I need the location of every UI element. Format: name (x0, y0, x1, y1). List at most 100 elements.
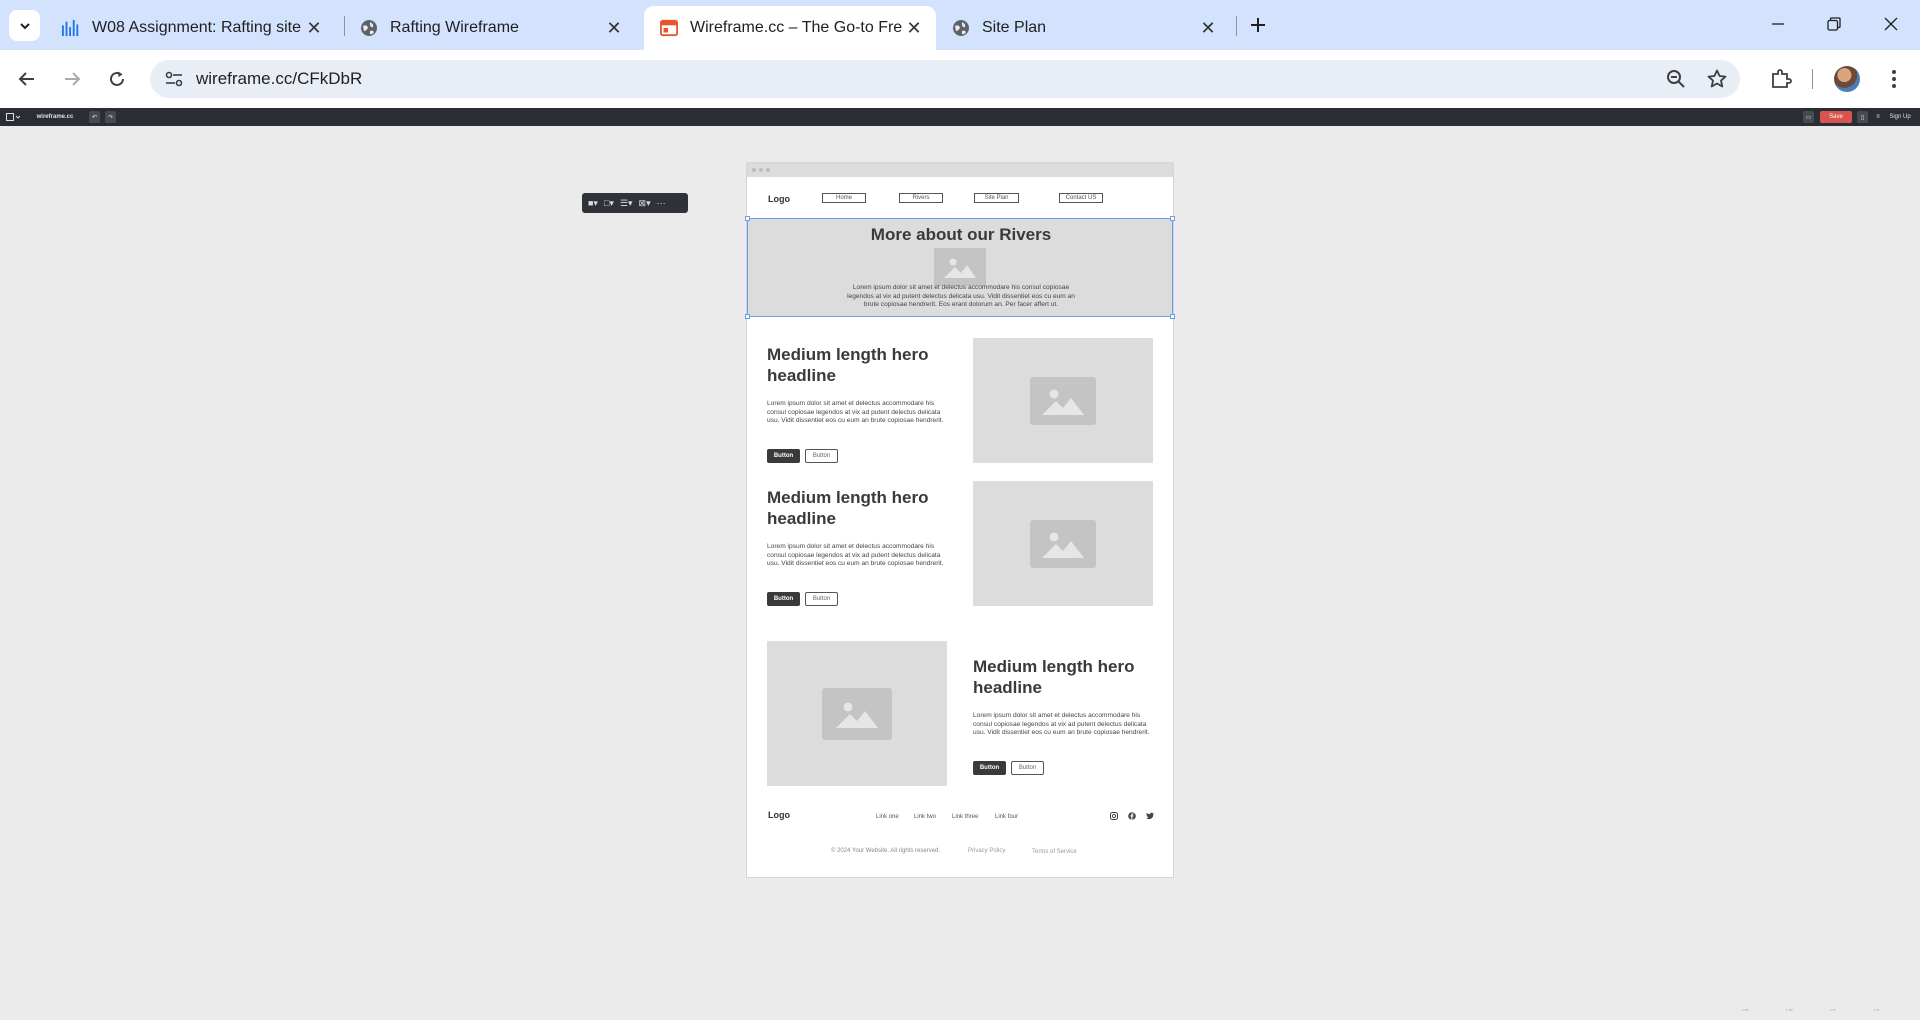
nav-rivers[interactable]: Rivers (899, 193, 943, 203)
back-button[interactable] (10, 62, 44, 96)
nav-home[interactable]: Home (822, 193, 866, 203)
undo-icon[interactable]: ↶ (89, 111, 100, 123)
close-icon[interactable]: ✕ (302, 16, 326, 40)
header-logo[interactable]: Logo (768, 194, 790, 204)
save-button[interactable]: Save (1820, 111, 1852, 123)
redo-icon[interactable]: ↷ (105, 111, 116, 123)
minimize-button[interactable] (1758, 8, 1798, 40)
resize-handle[interactable] (1170, 216, 1175, 221)
url-text[interactable]: wireframe.cc/CFkDbR (196, 69, 362, 89)
tab-title: Rafting Wireframe (390, 19, 519, 36)
footer-link[interactable]: Link four (995, 814, 1018, 820)
forward-button[interactable] (55, 62, 89, 96)
terms-link[interactable]: Terms of Service (1032, 849, 1077, 855)
tab-wireframe-cc[interactable]: Wireframe.cc – The Go-to Free ✕ (644, 6, 936, 50)
nav-contact-us[interactable]: Contact US (1059, 193, 1103, 203)
profile-avatar[interactable] (1834, 66, 1860, 92)
tab-strip: W08 Assignment: Rafting site S ✕ Rafting… (0, 0, 1920, 50)
secondary-button[interactable]: Button (1011, 761, 1044, 775)
primary-button[interactable]: Button (767, 592, 800, 606)
page-menu-icon[interactable] (4, 111, 22, 123)
restore-button[interactable] (1814, 8, 1854, 40)
page-browser-bar (747, 163, 1173, 177)
zoom-icon[interactable] (1664, 67, 1688, 91)
bar-chart-icon (62, 19, 80, 37)
menu-icon[interactable]: ≡ (1873, 111, 1883, 123)
bookmark-star-icon[interactable] (1705, 67, 1729, 91)
hero-text: Lorem ipsum dolor sit amet et delectus a… (847, 284, 1075, 309)
tab-title: W08 Assignment: Rafting site S (92, 19, 302, 36)
resize-handle[interactable] (1170, 314, 1175, 319)
window-dot (766, 168, 770, 172)
copyright-text: © 2024 Your Website. All rights reserved… (831, 848, 941, 854)
fill-color-icon[interactable]: ■▾ (588, 198, 598, 209)
close-icon[interactable]: ✕ (1196, 16, 1220, 40)
image-icon (822, 687, 892, 740)
delete-icon[interactable]: ▯ (1857, 111, 1868, 123)
tab-rafting-wireframe[interactable]: Rafting Wireframe ✕ (344, 6, 636, 50)
hero-section[interactable]: More about our Rivers Lorem ipsum dolor … (745, 216, 1175, 319)
section-headline: Medium length hero headline (767, 488, 929, 528)
instagram-icon[interactable] (1109, 811, 1119, 821)
primary-button[interactable]: Button (767, 449, 800, 463)
new-tab-button[interactable] (1244, 11, 1272, 39)
app-toolbar: wireframe.cc ↶ ↷ ▭ Save ▯ ≡ Sign Up (0, 108, 1920, 126)
tab-divider (1236, 16, 1237, 36)
tab-w08-assignment[interactable]: W08 Assignment: Rafting site S ✕ (46, 6, 336, 50)
footer-link[interactable]: Link three (952, 814, 978, 820)
twitter-icon[interactable] (1145, 811, 1155, 821)
facebook-icon[interactable] (1127, 811, 1137, 821)
arrow-left-icon (18, 72, 34, 86)
image-type-icon[interactable]: ⊠▾ (639, 198, 651, 209)
privacy-policy-link[interactable]: Privacy Policy (968, 848, 1005, 854)
secondary-button[interactable]: Button (805, 592, 838, 606)
image-placeholder[interactable] (973, 481, 1153, 606)
globe-icon (952, 19, 970, 37)
section-text: Lorem ipsum dolor sit amet et delectus a… (767, 543, 944, 568)
wireframe-page[interactable]: Logo Home Rivers Site Plan Contact US Mo… (745, 162, 1175, 878)
globe-icon (360, 19, 378, 37)
more-menu-icon[interactable] (1880, 65, 1908, 93)
resize-handle[interactable] (745, 314, 750, 319)
close-icon[interactable]: ✕ (902, 16, 926, 40)
more-options-icon[interactable]: ⋯ (657, 198, 666, 209)
window-dot (752, 168, 756, 172)
site-info-icon[interactable] (162, 67, 186, 91)
tab-site-plan[interactable]: Site Plan ✕ (936, 6, 1230, 50)
hero-title: More about our Rivers (870, 225, 1052, 244)
plus-icon (1251, 18, 1265, 32)
address-bar[interactable]: wireframe.cc/CFkDbR (150, 60, 1740, 98)
image-icon (1030, 376, 1096, 425)
close-icon[interactable]: ✕ (602, 16, 626, 40)
reload-button[interactable] (100, 62, 134, 96)
footer-link[interactable]: Link one (876, 814, 899, 820)
footer-logo[interactable]: Logo (768, 810, 790, 820)
nav-site-plan[interactable]: Site Plan (974, 193, 1019, 203)
chevron-down-icon (19, 22, 30, 29)
primary-button[interactable]: Button (973, 761, 1006, 775)
browser-toolbar: wireframe.cc/CFkDbR (0, 50, 1920, 108)
image-placeholder[interactable] (973, 338, 1153, 463)
tab-search-button[interactable] (9, 10, 40, 41)
status-readout: ▪ ▪▪▪ (1742, 1007, 1749, 1012)
resize-handle[interactable] (745, 216, 750, 221)
element-toolbar: ■▾ □▾ ☰▾ ⊠▾ ⋯ (582, 193, 688, 213)
footer-link[interactable]: Link two (914, 814, 936, 820)
secondary-button[interactable]: Button (805, 449, 838, 463)
status-readout: ▪ ▪▪ (1830, 1007, 1836, 1012)
comment-icon[interactable]: ▭ (1803, 111, 1814, 123)
reload-icon (110, 71, 124, 86)
arrow-right-icon (65, 72, 81, 86)
align-icon[interactable]: ☰▾ (620, 198, 633, 209)
tab-title: Wireframe.cc – The Go-to Free (690, 19, 902, 36)
save-label: Save (1829, 114, 1843, 120)
window-dot (759, 168, 763, 172)
image-placeholder-icon (934, 248, 986, 286)
image-placeholder[interactable] (767, 641, 947, 786)
status-readout: ▪ ▪▪▪ (1786, 1007, 1793, 1012)
signup-link[interactable]: Sign Up (1884, 111, 1916, 123)
app-brand[interactable]: wireframe.cc (36, 111, 74, 123)
extensions-icon[interactable] (1767, 65, 1795, 93)
border-icon[interactable]: □▾ (604, 198, 614, 209)
close-window-button[interactable] (1871, 8, 1911, 40)
